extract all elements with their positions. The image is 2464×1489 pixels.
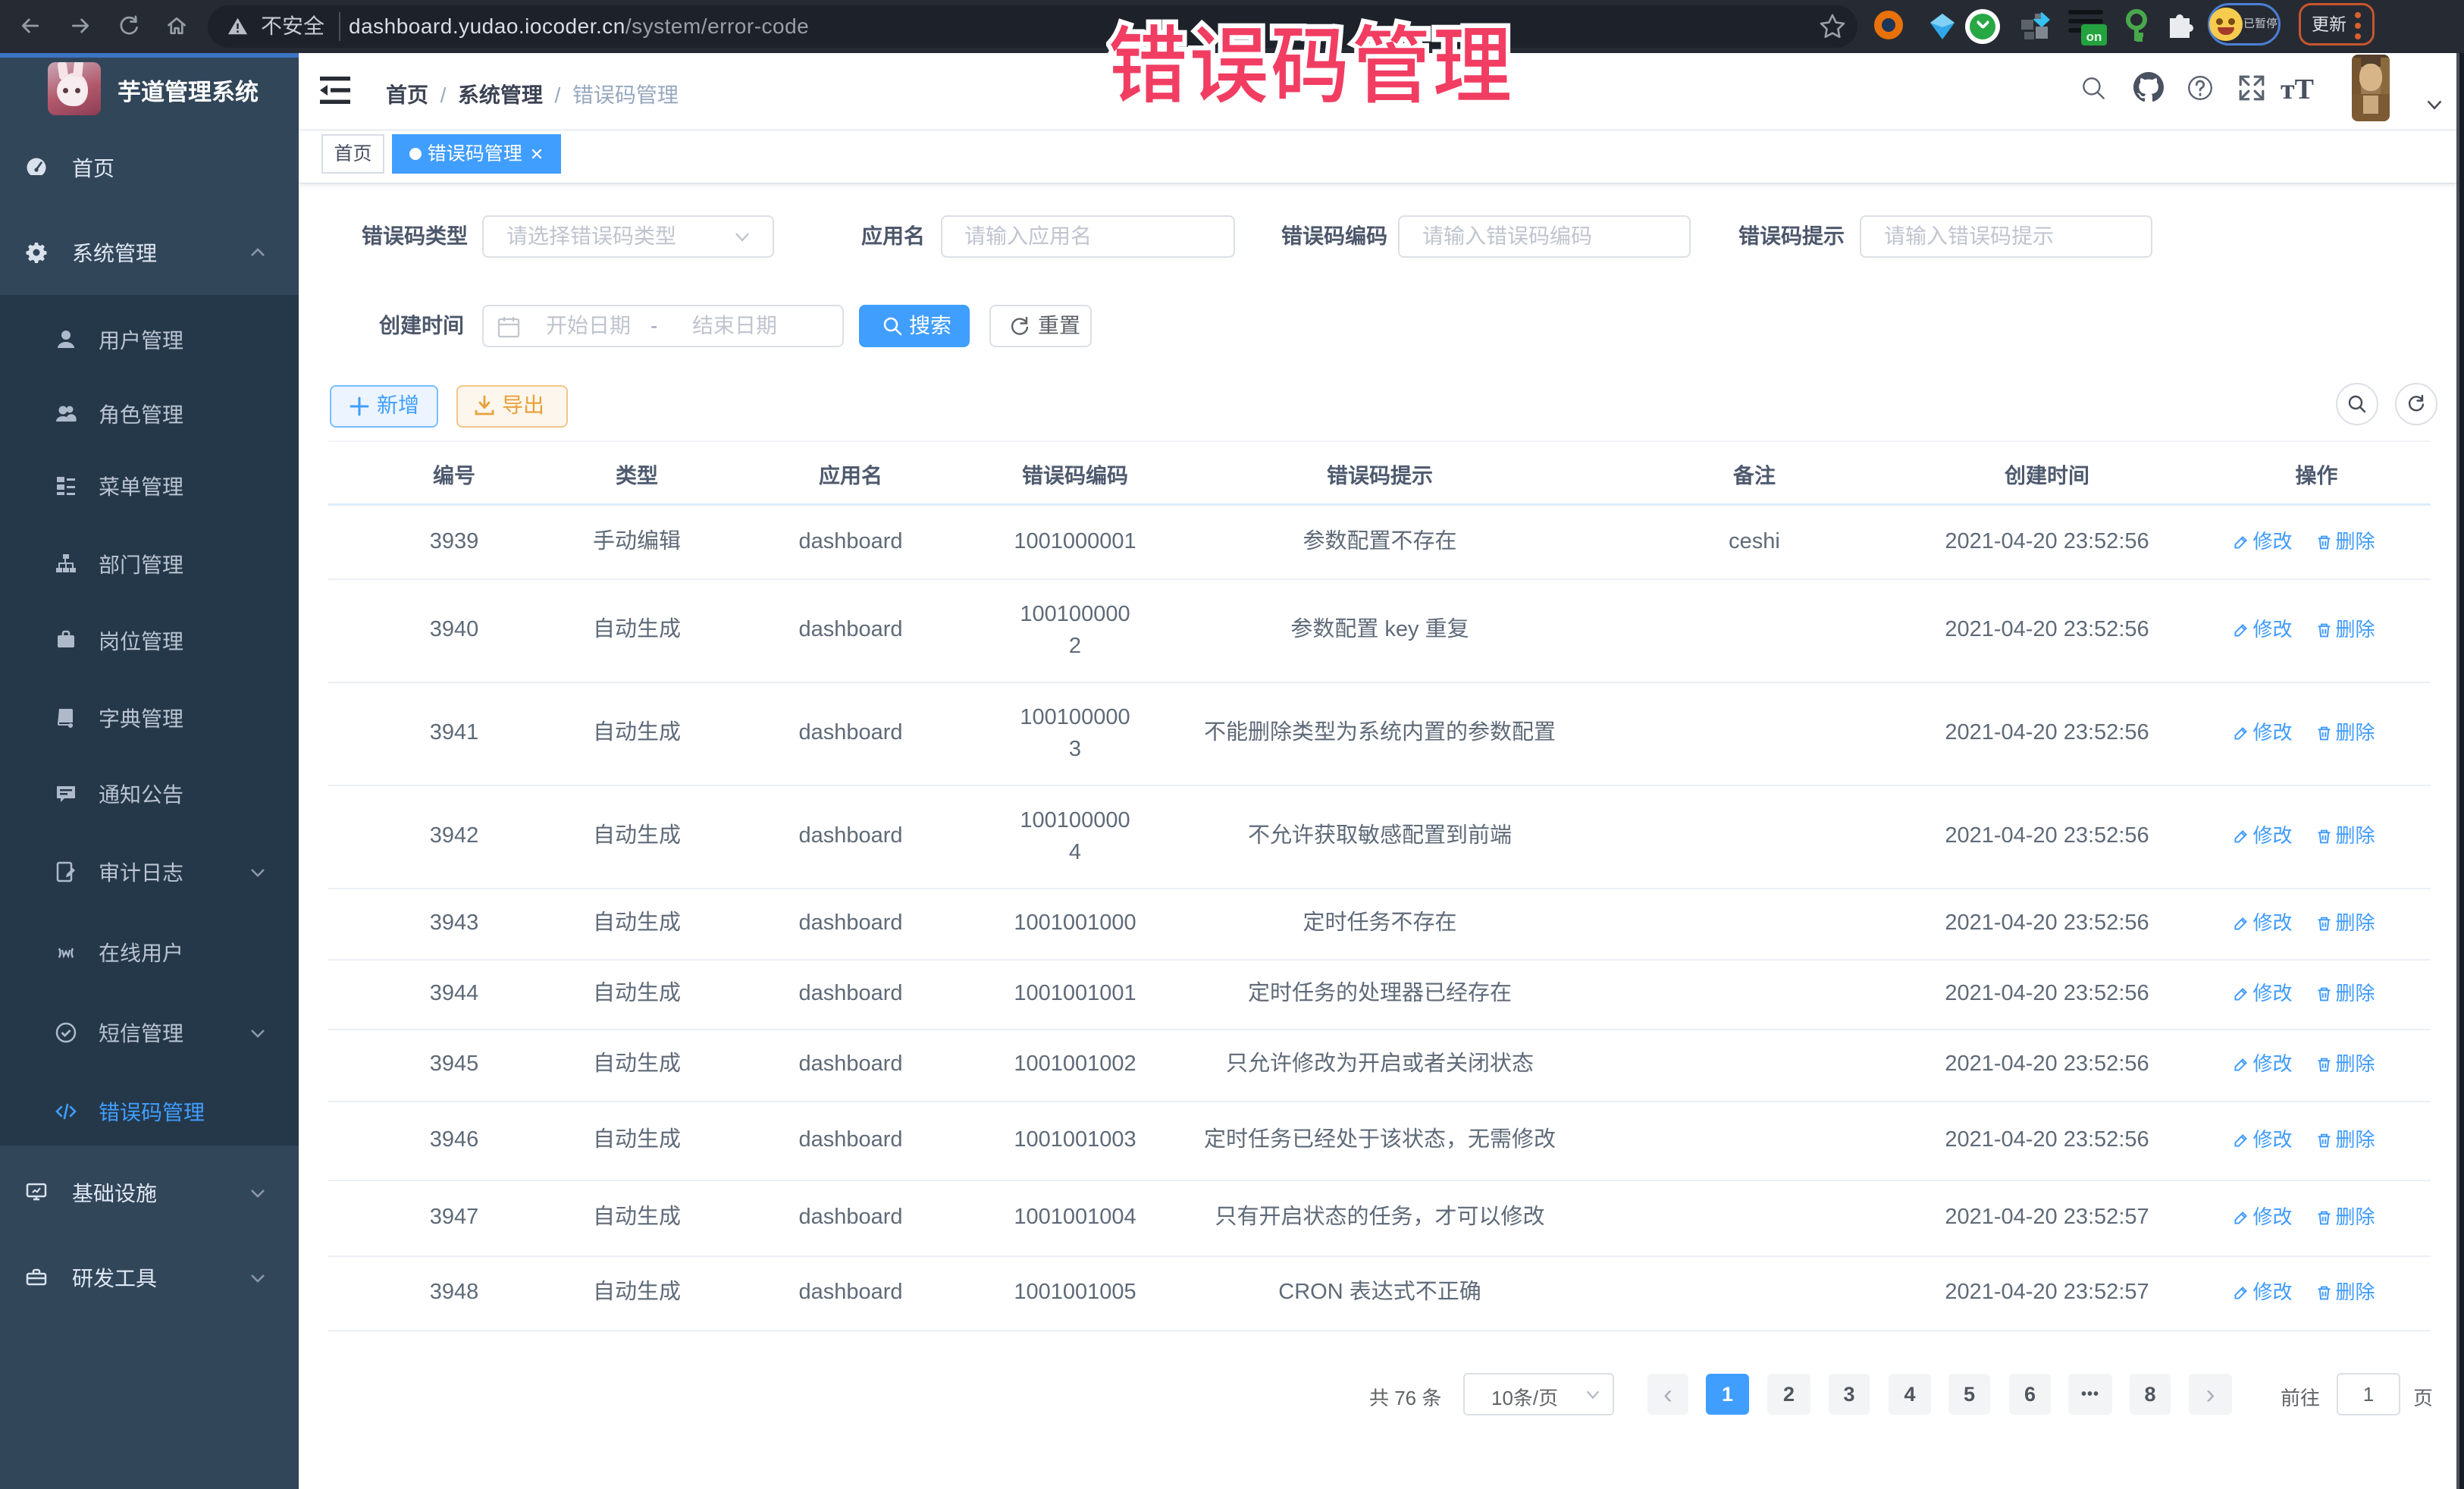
svg-text:on: on [2086,30,2102,44]
